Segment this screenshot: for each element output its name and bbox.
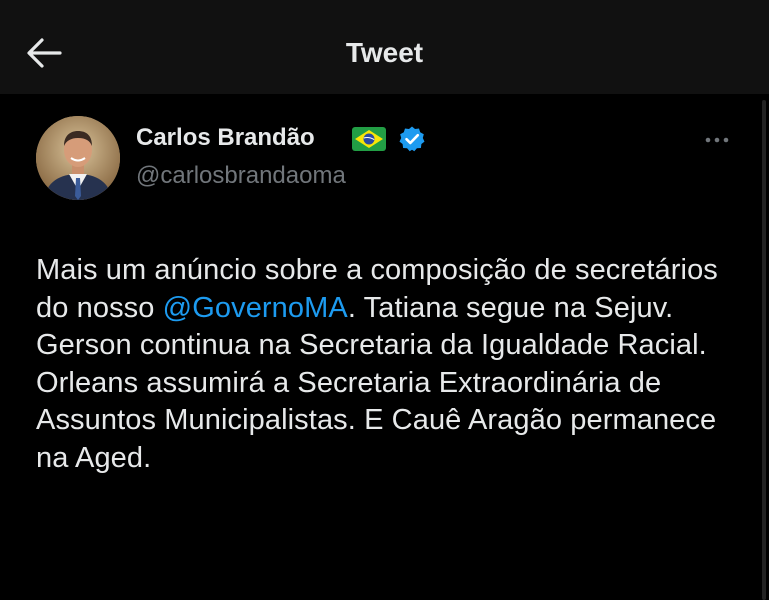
profile-photo bbox=[36, 116, 120, 200]
verified-badge-icon[interactable] bbox=[398, 125, 426, 153]
more-dots-icon bbox=[705, 137, 729, 143]
author-handle[interactable]: @carlosbrandaoma bbox=[136, 160, 346, 192]
brazil-flag-icon bbox=[352, 127, 386, 151]
author-display-name[interactable]: Carlos Brandão bbox=[136, 122, 315, 154]
avatar[interactable] bbox=[36, 116, 120, 200]
mention-link[interactable]: @GovernoMA bbox=[163, 292, 348, 324]
more-options-button[interactable] bbox=[700, 126, 734, 154]
page-title: Tweet bbox=[345, 37, 424, 68]
tweet-text: Mais um anúncio sobre a composição de se… bbox=[36, 252, 736, 477]
top-bar: Tweet bbox=[0, 0, 769, 94]
scrollbar[interactable] bbox=[762, 100, 766, 600]
